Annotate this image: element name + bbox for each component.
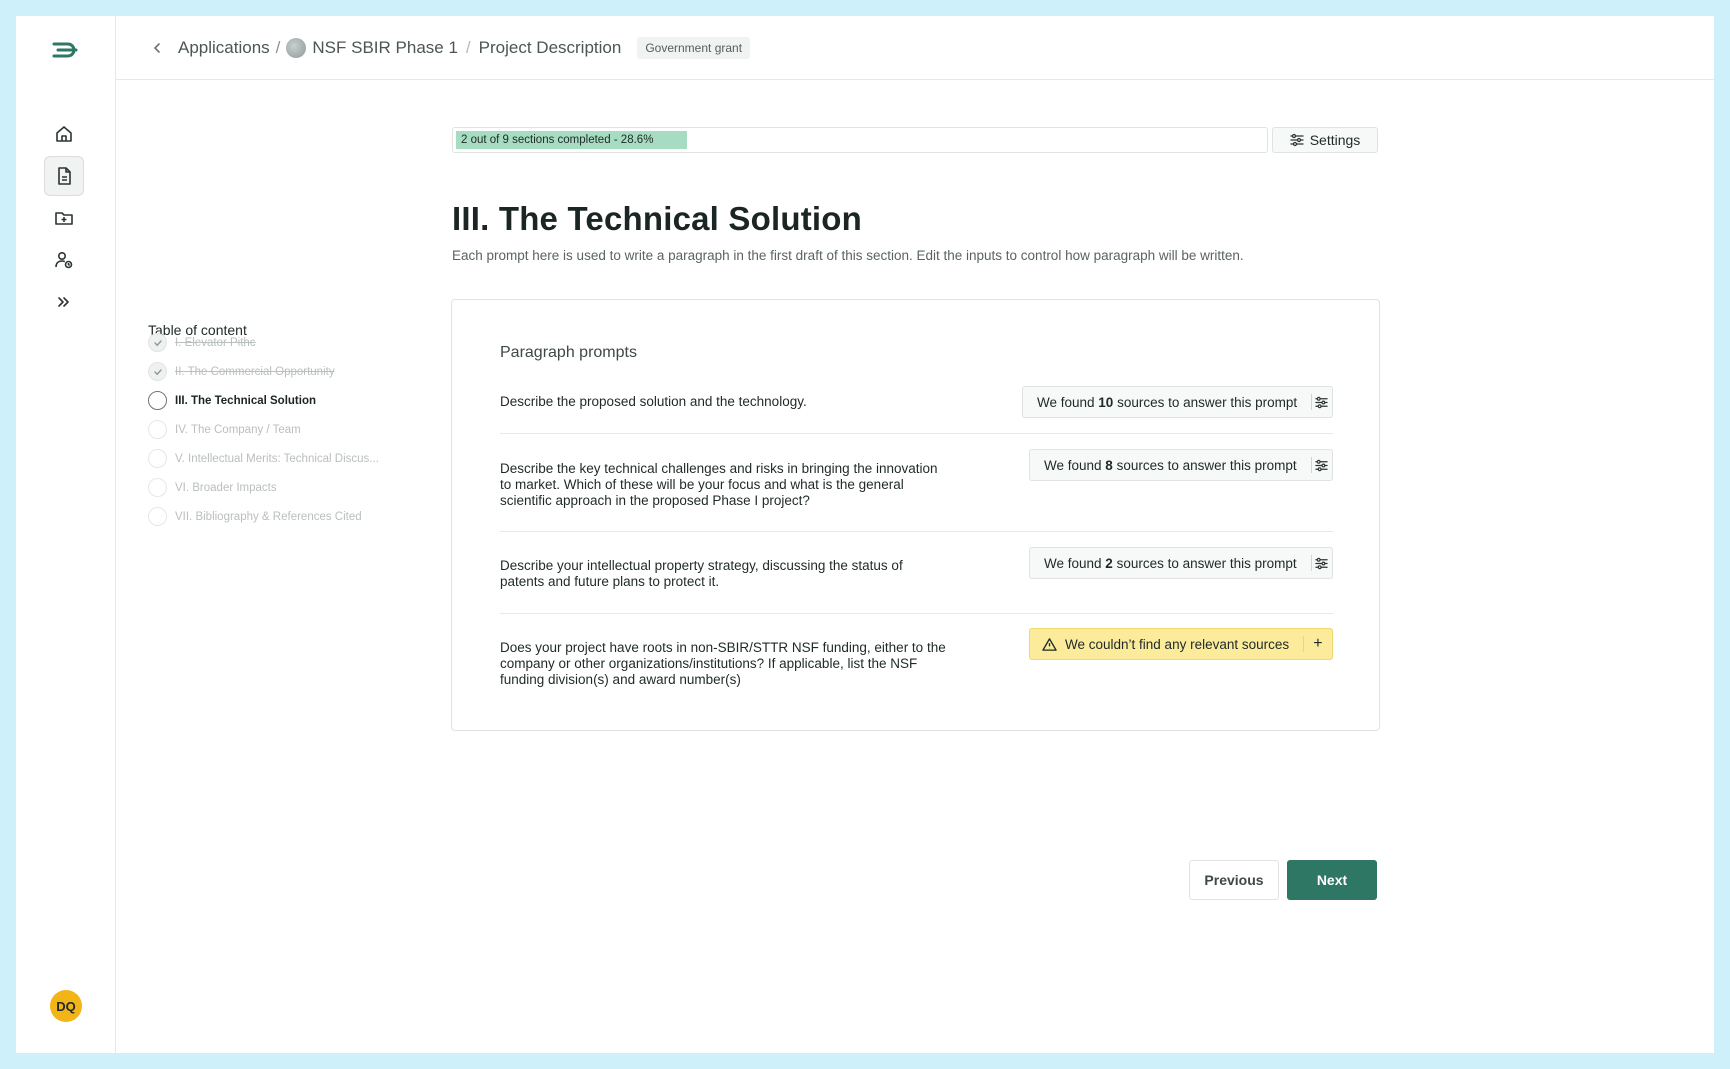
breadcrumb-grant[interactable]: NSF SBIR Phase 1 — [312, 38, 458, 58]
prompts-card: Paragraph prompts Describe the proposed … — [451, 299, 1380, 731]
prompt-row: Describe the key technical challenges an… — [500, 434, 1333, 532]
prompt-row: Does your project have roots in non-SBIR… — [500, 614, 1333, 714]
breadcrumb: Applications / NSF SBIR Phase 1 / Projec… — [150, 36, 751, 59]
circle-icon — [148, 478, 167, 497]
sidebar: DQ — [16, 16, 116, 1053]
home-icon — [56, 126, 72, 142]
breadcrumb-applications[interactable]: Applications — [178, 38, 270, 58]
circle-icon — [148, 391, 167, 410]
breadcrumb-page: Project Description — [478, 37, 622, 57]
document-icon — [58, 167, 71, 185]
progress-bar: 2 out of 9 sections completed - 28.6% — [452, 127, 1268, 153]
expand-icon — [58, 297, 69, 307]
breadcrumb-separator: / — [275, 37, 281, 57]
toc-item-label: III. The Technical Solution — [175, 394, 316, 407]
sources-label: We found 2 sources to answer this prompt — [1044, 555, 1297, 571]
page-description: Each prompt here is used to write a para… — [452, 248, 1244, 263]
header: Applications / NSF SBIR Phase 1 / Projec… — [116, 16, 1714, 80]
breadcrumb-separator: / — [465, 37, 471, 57]
toc-item-label: IV. The Company / Team — [175, 423, 301, 436]
prompt-text[interactable]: Does your project have roots in non-SBIR… — [500, 640, 950, 688]
toc-item[interactable]: V. Intellectual Merits: Technical Discus… — [148, 449, 379, 468]
settings-button[interactable]: Settings — [1272, 127, 1378, 153]
no-sources-warning[interactable]: We couldn’t find any relevant sources + — [1029, 628, 1333, 660]
toc-item[interactable]: II. The Commercial Opportunity — [148, 362, 335, 381]
prompt-row: Describe the proposed solution and the t… — [500, 386, 1333, 434]
chevron-left-icon[interactable] — [150, 41, 164, 55]
warning-triangle-icon — [1042, 637, 1057, 651]
avatar[interactable]: DQ — [50, 990, 82, 1022]
user-settings-icon — [55, 251, 73, 269]
prompt-text[interactable]: Describe your intellectual property stra… — [500, 558, 950, 590]
previous-button[interactable]: Previous — [1189, 860, 1279, 900]
sources-button[interactable]: We found 8 sources to answer this prompt — [1029, 449, 1333, 481]
nav-users[interactable] — [44, 240, 84, 280]
logo-icon[interactable] — [52, 38, 80, 62]
sources-label: We found 10 sources to answer this promp… — [1037, 394, 1298, 410]
sliders-icon[interactable] — [1311, 459, 1332, 472]
sliders-icon — [1290, 133, 1304, 147]
toc-item[interactable]: I. Elevator Pithc — [148, 333, 256, 352]
toc-item-current[interactable]: III. The Technical Solution — [148, 391, 316, 410]
toc-item[interactable]: VI. Broader Impacts — [148, 478, 277, 497]
toc-item-label: V. Intellectual Merits: Technical Discus… — [175, 452, 379, 465]
circle-icon — [148, 449, 167, 468]
check-icon — [148, 362, 167, 381]
grant-seal-icon — [286, 37, 307, 58]
page-title: III. The Technical Solution — [452, 200, 862, 237]
progress-fill: 2 out of 9 sections completed - 28.6% — [456, 131, 687, 149]
sources-label: We found 8 sources to answer this prompt — [1044, 457, 1297, 473]
add-source-button[interactable]: + — [1304, 635, 1332, 653]
app-window: DQ Applications / NSF SBIR Phase 1 / Pro… — [16, 16, 1714, 1053]
sliders-icon[interactable] — [1312, 396, 1332, 409]
toc-item[interactable]: VII. Bibliography & References Cited — [148, 507, 362, 526]
folder-add-icon — [55, 212, 73, 225]
check-icon — [148, 333, 167, 352]
prompt-text[interactable]: Describe the key technical challenges an… — [500, 461, 950, 509]
circle-icon — [148, 507, 167, 526]
settings-label: Settings — [1309, 132, 1361, 148]
warning-label: We couldn’t find any relevant sources — [1030, 637, 1303, 652]
nav-folders[interactable] — [44, 198, 84, 238]
sources-button[interactable]: We found 2 sources to answer this prompt — [1029, 547, 1333, 579]
nav-expand[interactable] — [44, 282, 84, 322]
grant-type-badge: Government grant — [637, 36, 751, 59]
nav-documents[interactable] — [44, 156, 84, 196]
sliders-icon[interactable] — [1311, 557, 1332, 570]
toc-item-label: I. Elevator Pithc — [175, 336, 256, 349]
sources-button[interactable]: We found 10 sources to answer this promp… — [1022, 386, 1333, 418]
prompt-row: Describe your intellectual property stra… — [500, 532, 1333, 614]
circle-icon — [148, 420, 167, 439]
toc-item-label: II. The Commercial Opportunity — [175, 365, 335, 378]
toc-item-label: VII. Bibliography & References Cited — [175, 510, 362, 523]
card-title: Paragraph prompts — [500, 344, 637, 361]
toc-item[interactable]: IV. The Company / Team — [148, 420, 301, 439]
nav-home[interactable] — [44, 114, 84, 154]
prompt-text[interactable]: Describe the proposed solution and the t… — [500, 394, 950, 410]
toc-item-label: VI. Broader Impacts — [175, 481, 277, 494]
next-button[interactable]: Next — [1287, 860, 1377, 900]
